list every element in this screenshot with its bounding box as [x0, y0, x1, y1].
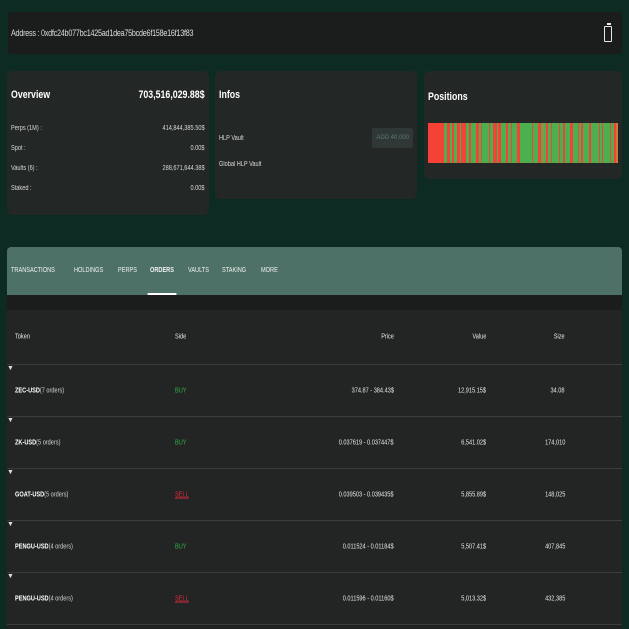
chevron-down-icon[interactable]: ▼: [7, 573, 14, 580]
row-side: BUY: [175, 543, 187, 550]
table-row[interactable]: PENGU-USD(4 orders) SELL 0.011596 - 0.0116…: [7, 573, 622, 625]
overview-row-value: 414,844,385.50$: [162, 124, 205, 132]
overview-row-label: Vaults (6) :: [11, 164, 38, 172]
header-token: Token: [15, 333, 30, 341]
infos-title: Infos: [219, 89, 241, 101]
order-count: (4 orders): [48, 543, 73, 550]
overview-row-spot: Spot : 0.00$: [11, 138, 205, 158]
address-bar: Address : 0xdfc24b077bc1425ad1dea75bcde6…: [8, 12, 622, 54]
overview-row-label: Staked :: [11, 184, 32, 192]
positions-heatmap-bar[interactable]: [428, 123, 618, 163]
chevron-down-icon[interactable]: ▼: [7, 365, 14, 372]
row-price: 0.037619 - 0.037447$: [339, 439, 394, 446]
table-row[interactable]: PENGU-USD(4 orders) BUY 0.011524 - 0.01184…: [7, 521, 622, 573]
overview-row-perps: Perps (1M) : 414,844,385.50$: [11, 118, 205, 138]
overview-row-vaults: Vaults (6) : 288,671,644.38$: [11, 158, 205, 178]
infos-card: Infos HLP Vault ADD 40,000 Global HLP Va…: [215, 71, 417, 199]
tab-perps[interactable]: PERPS: [118, 247, 137, 295]
row-side: BUY: [175, 387, 187, 394]
tab-vaults[interactable]: VAULTS: [188, 247, 209, 295]
positions-card: Positions: [424, 71, 622, 179]
row-token: ZK-USD(5 orders): [15, 439, 60, 446]
row-value: 5,855.89$: [461, 491, 486, 498]
row-token: PENGU-USD(4 orders): [15, 595, 73, 602]
order-count: (5 orders): [36, 439, 61, 446]
hlp-vault-label: HLP Vault: [219, 134, 244, 142]
table-row[interactable]: ZEC-USD(7 orders) BUY 374.87 - 384.43$ 12,9…: [7, 365, 622, 417]
tab-orders[interactable]: ORDERS: [147, 247, 177, 295]
row-token: GOAT-USD(5 orders): [15, 491, 68, 498]
order-count: (7 orders): [39, 387, 65, 394]
row-side: SELL: [175, 595, 189, 602]
overview-title: Overview: [11, 89, 51, 101]
row-price: 0.039503 - 0.039435$: [339, 491, 394, 498]
overview-row-value: 0.00$: [190, 184, 205, 192]
table-row[interactable]: ZK-USD(5 orders) BUY 0.037619 - 0.037447$ 6…: [7, 417, 622, 469]
overview-row-value: 288,671,644.38$: [162, 164, 205, 172]
token-symbol: ZK-USD: [15, 439, 37, 446]
header-price: Price: [381, 333, 394, 341]
positions-title: Positions: [428, 91, 468, 103]
row-value: 12,915.15$: [457, 387, 486, 394]
overview-row-label: Perps (1M) :: [11, 124, 42, 132]
row-value: 5,013.32$: [461, 595, 486, 602]
overview-total: 703,516,029.88$: [138, 89, 205, 101]
row-price: 374.87 - 384.43$: [351, 387, 394, 394]
header-side: Side: [175, 333, 187, 341]
hlp-vault-row: HLP Vault ADD 40,000: [219, 125, 413, 151]
row-value: 5,507.41$: [461, 543, 486, 550]
global-hlp-row: Global HLP Vault: [219, 157, 413, 171]
row-size: 407,845: [544, 543, 565, 550]
row-price: 0.011596 - 0.01160$: [343, 595, 394, 602]
chevron-down-icon[interactable]: ▼: [7, 417, 14, 424]
address-text: Address : 0xdfc24b077bc1425ad1dea75bcde6…: [11, 28, 194, 38]
tab-staking[interactable]: STAKING: [222, 247, 246, 295]
row-value: 6,541.02$: [461, 439, 486, 446]
row-token: PENGU-USD(4 orders): [15, 543, 73, 550]
tab-holdings[interactable]: HOLDINGS: [74, 247, 103, 295]
table-header: Token Side Price Value Size: [7, 310, 622, 365]
add-hlp-button[interactable]: ADD 40,000: [372, 128, 413, 148]
order-count: (4 orders): [48, 595, 73, 602]
copy-icon[interactable]: [602, 23, 614, 43]
token-symbol: GOAT-USD: [15, 491, 45, 498]
header-size: Size: [554, 333, 565, 341]
table-row[interactable]: GOAT-USD(5 orders) SELL 0.039503 - 0.03943…: [7, 469, 622, 521]
tab-bar: TRANSACTIONS HOLDINGS PERPS ORDERS VAULT…: [7, 247, 622, 295]
row-size: 148,025: [544, 491, 565, 498]
row-side: BUY: [175, 439, 187, 446]
tab-more[interactable]: MORE: [261, 247, 278, 295]
overview-row-value: 0.00$: [190, 144, 205, 152]
row-side: SELL: [175, 491, 189, 498]
global-hlp-label: Global HLP Vault: [219, 160, 262, 168]
overview-row-staked: Staked : 0.00$: [11, 178, 205, 198]
row-price: 0.011524 - 0.01184$: [343, 543, 394, 550]
row-size: 174,010: [544, 439, 565, 446]
header-value: Value: [472, 333, 486, 341]
order-count: (5 orders): [44, 491, 69, 498]
position-stripe: [616, 123, 618, 163]
table-spacer: [7, 295, 622, 310]
tab-transactions[interactable]: TRANSACTIONS: [11, 247, 55, 295]
chevron-down-icon[interactable]: ▼: [7, 469, 14, 476]
token-symbol: ZEC-USD: [15, 387, 40, 394]
overview-card: Overview 703,516,029.88$ Perps (1M) : 41…: [7, 71, 209, 215]
row-token: ZEC-USD(7 orders): [15, 387, 64, 394]
token-symbol: PENGU-USD: [15, 543, 49, 550]
row-size: 432,385: [544, 595, 565, 602]
row-size: 34.08: [550, 387, 565, 394]
chevron-down-icon[interactable]: ▼: [7, 521, 14, 528]
overview-row-label: Spot :: [11, 144, 26, 152]
token-symbol: PENGU-USD: [15, 595, 49, 602]
orders-panel: TRANSACTIONS HOLDINGS PERPS ORDERS VAULT…: [7, 247, 622, 629]
